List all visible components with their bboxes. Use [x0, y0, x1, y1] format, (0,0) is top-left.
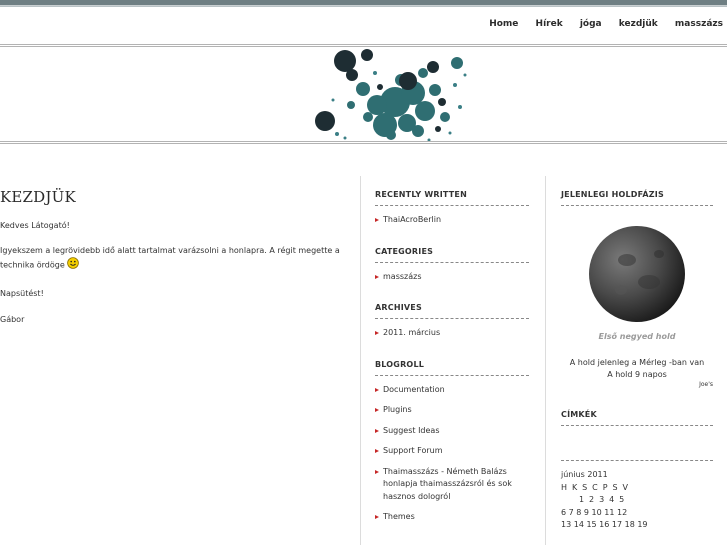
post-paragraph: Igyekszem a legrövidebb idő alatt tartal… [0, 245, 350, 273]
sidebar-left: RECENTLY WRITTEN ThaiAcroBerlin CATEGORI… [375, 190, 529, 544]
archives-heading: ARCHIVES [375, 303, 529, 319]
moon-credit-link[interactable]: Joe's [561, 381, 713, 388]
post-title[interactable]: KEZDJÜK [0, 188, 350, 206]
smiley-icon [67, 257, 80, 273]
blogroll-item[interactable]: Plugins [375, 404, 529, 417]
header-rule-bottom [0, 141, 727, 142]
calendar-week: 6 7 8 9 10 11 12 [561, 507, 628, 517]
blogroll-item[interactable]: Suggest Ideas [375, 425, 529, 438]
moon-heading: JELENLEGI HOLDFÁZIS [561, 190, 713, 206]
post-paragraph: Kedves Látogató! [0, 221, 70, 230]
nav-masszazs[interactable]: masszázs [675, 19, 723, 29]
tags-section: CÍMKÉK [561, 410, 713, 426]
category-item[interactable]: masszázs [375, 271, 529, 284]
calendar: június 2011 H K S C P S V 1 2 3 4 5 6 7 … [561, 460, 713, 532]
calendar-week: 13 14 15 16 17 18 19 [561, 520, 648, 529]
nav-home[interactable]: Home [489, 19, 518, 29]
recent-item[interactable]: ThaiAcroBerlin [375, 214, 529, 227]
blogroll-heading: BLOGROLL [375, 360, 529, 376]
moon-sign: A hold jelenleg a Mérleg -ban van [569, 358, 705, 367]
post: KEZDJÜK Kedves Látogató! Igyekszem a leg… [0, 188, 350, 326]
archives-section: ARCHIVES 2011. március [375, 303, 529, 340]
recent-section: RECENTLY WRITTEN ThaiAcroBerlin [375, 190, 529, 227]
top-bar-line [0, 6, 727, 7]
column-divider [545, 176, 546, 545]
main-nav: Home Hírek jóga kezdjük masszázs [475, 19, 723, 29]
nav-joga[interactable]: jóga [580, 19, 602, 29]
ink-splash-logo [315, 49, 467, 142]
calendar-day-header: H K S C P S V [561, 482, 630, 492]
column-divider [360, 176, 361, 545]
blogroll-section: BLOGROLL Documentation Plugins Suggest I… [375, 360, 529, 524]
moon-section: JELENLEGI HOLDFÁZIS Első negyed hold A h… [561, 190, 713, 388]
calendar-week: 1 2 3 4 5 [579, 495, 626, 504]
nav-hirek[interactable]: Hírek [536, 19, 563, 29]
nav-kezdjuk[interactable]: kezdjük [619, 19, 658, 29]
categories-section: CATEGORIES masszázs [375, 247, 529, 284]
calendar-month: június 2011 [561, 470, 608, 479]
post-paragraph: Napsütést! [0, 289, 44, 298]
blogroll-item[interactable]: Support Forum [375, 445, 529, 458]
moon-age: A hold 9 napos [607, 370, 667, 379]
moon-caption: Első negyed hold [598, 332, 676, 341]
moon-phase-icon [588, 225, 686, 323]
sidebar-right: JELENLEGI HOLDFÁZIS Első negyed hold A h… [561, 190, 713, 532]
header-rule-bottom-2 [0, 143, 727, 144]
tags-heading: CÍMKÉK [561, 410, 713, 426]
blogroll-item[interactable]: Thaimasszázs - Németh Balázs honlapja th… [375, 466, 529, 504]
post-paragraph: Gábor [0, 315, 25, 324]
recent-heading: RECENTLY WRITTEN [375, 190, 529, 206]
categories-heading: CATEGORIES [375, 247, 529, 263]
post-paragraph-text: Igyekszem a legrövidebb idő alatt tartal… [0, 246, 340, 270]
blogroll-item[interactable]: Documentation [375, 384, 529, 397]
blogroll-item[interactable]: Themes [375, 511, 529, 524]
archive-item[interactable]: 2011. március [375, 327, 529, 340]
